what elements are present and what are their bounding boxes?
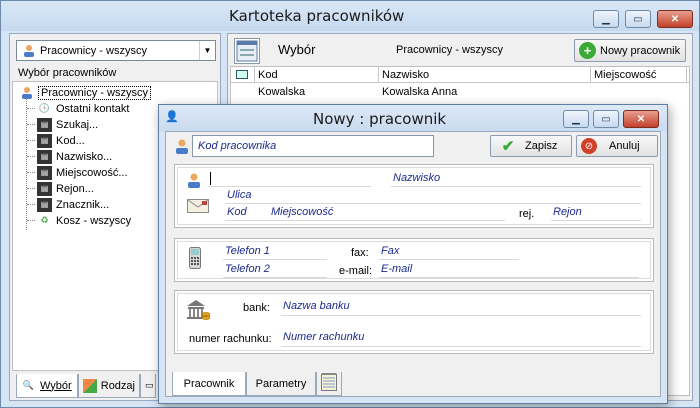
account-number-field[interactable]: Numer rachunku xyxy=(283,331,364,343)
grid-header: Kod Nazwisko Miejscowość xyxy=(231,67,689,83)
maximize-icon: ▭ xyxy=(601,113,611,125)
bank-group: bank: Nazwa banku numer rachunku: Numer … xyxy=(174,290,654,354)
palette-icon xyxy=(83,378,97,393)
main-titlebar: Kartoteka pracowników ▁ ▭ ✕ xyxy=(1,1,699,31)
filter-list-icon: ▤ xyxy=(37,181,52,196)
save-button[interactable]: ✔ Zapisz xyxy=(490,135,572,157)
text-cursor xyxy=(210,172,211,185)
person-icon xyxy=(175,139,189,158)
postal-code-field[interactable]: Kod xyxy=(227,206,247,218)
phone-group: Telefon 1 Telefon 2 fax: Fax e-mail: E-m… xyxy=(174,238,654,282)
tab-wybor[interactable]: 🔍 Wybór xyxy=(16,374,78,398)
person-icon xyxy=(187,173,201,192)
new-employee-dialog: 👤 Nowy : pracownik ▁ ▭ ✕ Kod pracownika … xyxy=(158,104,668,404)
tree-item[interactable]: ▤ Miejscowość... xyxy=(27,165,128,180)
grid-column-header[interactable]: Kod xyxy=(255,67,379,82)
grid-column-header[interactable]: Nazwisko xyxy=(379,67,591,82)
tab-parametry[interactable]: Parametry xyxy=(246,372,316,396)
people-icon xyxy=(19,86,34,100)
checkmark-icon: ✔ xyxy=(501,138,515,155)
filter-list-icon: ▤ xyxy=(37,133,52,148)
filter-list-icon: ▤ xyxy=(37,149,52,164)
search-icon: 🔍 xyxy=(22,380,35,390)
email-field[interactable]: E-mail xyxy=(381,263,412,275)
tab-notes[interactable] xyxy=(316,372,342,396)
employee-filter-value: Pracownicy - wszyscy xyxy=(40,44,147,57)
tree-item[interactable]: ♻ Kosz - wszyscy xyxy=(27,213,131,228)
region-label: rej. xyxy=(519,208,535,220)
cancel-icon: ⊘ xyxy=(581,138,597,154)
dialog-titlebar: 👤 Nowy : pracownik ▁ ▭ ✕ xyxy=(159,105,667,131)
bank-icon xyxy=(185,299,211,324)
tree-root[interactable]: Pracownicy - wszyscy xyxy=(19,85,151,100)
filter-list-icon: ▤ xyxy=(37,165,52,180)
email-label: e-mail: xyxy=(339,265,373,277)
phone2-field[interactable]: Telefon 2 xyxy=(225,263,270,275)
app-icon: 👤 xyxy=(165,111,179,123)
chevron-down-icon[interactable]: ▼ xyxy=(199,41,215,60)
recycle-bin-icon: ♻ xyxy=(40,215,49,225)
right-header-title: Wybór xyxy=(278,42,316,57)
close-button[interactable]: ✕ xyxy=(657,10,693,28)
envelope-icon xyxy=(187,199,209,216)
plus-circle-icon: + xyxy=(579,42,596,59)
tree-item[interactable]: ▤ Szukaj... xyxy=(27,117,98,132)
employee-code-field[interactable]: Kod pracownika xyxy=(192,135,434,157)
section-label: Wybór pracowników xyxy=(18,67,117,79)
table-row[interactable]: Kowalska Kowalska Anna xyxy=(231,85,689,101)
maximize-button[interactable]: ▭ xyxy=(625,10,651,28)
dialog-close-button[interactable]: ✕ xyxy=(623,110,659,128)
grid-select-column[interactable] xyxy=(231,67,255,82)
right-header-filter: Pracownicy - wszyscy xyxy=(396,44,503,56)
new-employee-button[interactable]: + Nowy pracownik xyxy=(574,39,686,62)
region-field[interactable]: Rejon xyxy=(553,206,582,218)
tree-item[interactable]: ▤ Nazwisko... xyxy=(27,149,112,164)
window-icon: ▭ xyxy=(145,380,154,390)
address-group: Nazwisko Ulica Kod Miejscowość rej. Rejo… xyxy=(174,164,654,228)
dialog-body: Kod pracownika ✔ Zapisz ⊘ Anuluj Nazwisk… xyxy=(165,131,661,397)
minimize-icon: ▁ xyxy=(602,13,610,25)
checkbox-icon xyxy=(236,70,248,79)
phone-icon xyxy=(189,247,201,272)
grid-column-header[interactable]: Miejscowość xyxy=(591,67,687,82)
tree-root-label: Pracownicy - wszyscy xyxy=(38,85,151,100)
bank-label: bank: xyxy=(243,302,270,314)
employee-code-placeholder: Kod pracownika xyxy=(198,140,277,152)
tab-more[interactable]: ▭ xyxy=(140,374,156,398)
dialog-maximize-button[interactable]: ▭ xyxy=(593,110,619,128)
filter-list-icon: ▤ xyxy=(37,117,52,132)
tab-rodzaj[interactable]: Rodzaj xyxy=(78,374,140,398)
phone1-field[interactable]: Telefon 1 xyxy=(225,245,270,257)
employee-filter-combo[interactable]: Pracownicy - wszyscy ▼ xyxy=(16,40,216,61)
filter-list-icon: ▤ xyxy=(37,197,52,212)
tree-item[interactable]: ▤ Kod... xyxy=(27,133,85,148)
street-field[interactable]: Ulica xyxy=(227,189,251,201)
people-icon xyxy=(21,44,36,58)
first-name-input[interactable] xyxy=(209,171,371,187)
tree-item[interactable]: ▤ Rejon... xyxy=(27,181,94,196)
main-window-title: Kartoteka pracowników xyxy=(229,7,405,25)
account-label: numer rachunku: xyxy=(189,333,272,345)
fax-field[interactable]: Fax xyxy=(381,245,399,257)
tab-pracownik[interactable]: Pracownik xyxy=(172,372,246,396)
notepad-icon xyxy=(321,373,337,394)
surname-field[interactable]: Nazwisko xyxy=(393,172,440,184)
cell-kod: Kowalska xyxy=(258,86,306,98)
minimize-icon: ▁ xyxy=(572,113,580,125)
cancel-button[interactable]: ⊘ Anuluj xyxy=(576,135,658,157)
dialog-title: Nowy : pracownik xyxy=(313,110,447,128)
bank-name-field[interactable]: Nazwa banku xyxy=(283,300,350,312)
tree-item[interactable]: 🕓 Ostatni kontakt xyxy=(27,101,129,116)
dialog-minimize-button[interactable]: ▁ xyxy=(563,110,589,128)
tree-item[interactable]: ▤ Znacznik... xyxy=(27,197,109,212)
browse-window-icon xyxy=(234,38,260,64)
maximize-icon: ▭ xyxy=(633,13,643,25)
close-icon: ✕ xyxy=(636,113,646,125)
clock-icon: 🕓 xyxy=(38,103,51,113)
minimize-button[interactable]: ▁ xyxy=(593,10,619,28)
close-icon: ✕ xyxy=(670,13,680,25)
city-field[interactable]: Miejscowość xyxy=(271,206,333,218)
fax-label: fax: xyxy=(351,247,369,259)
cell-nazwisko: Kowalska Anna xyxy=(382,86,458,98)
